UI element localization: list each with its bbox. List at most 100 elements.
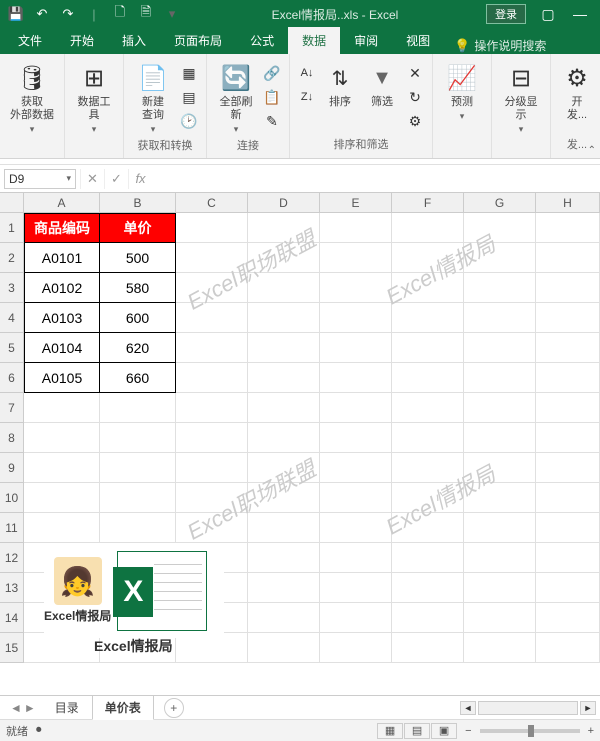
cell[interactable] [248,333,320,363]
cell[interactable] [464,573,536,603]
cell[interactable] [24,423,100,453]
cell[interactable] [392,453,464,483]
add-sheet-button[interactable]: + [164,698,184,718]
tab-review[interactable]: 审阅 [340,27,392,54]
cell[interactable] [536,393,600,423]
cell[interactable] [248,273,320,303]
from-table-icon[interactable]: ▤ [178,86,200,108]
cell[interactable] [464,363,536,393]
cell[interactable] [464,303,536,333]
chevron-down-icon[interactable]: ▾ [66,173,71,184]
normal-view-icon[interactable]: ▦ [377,723,403,739]
tab-layout[interactable]: 页面布局 [160,27,236,54]
cell[interactable] [248,513,320,543]
sheet-tab[interactable]: 单价表 [92,695,154,720]
row-header[interactable]: 3 [0,273,24,303]
properties-icon[interactable]: 📋 [261,86,283,108]
cell[interactable] [320,243,392,273]
sort-asc-icon[interactable]: A↓ [296,62,318,84]
cell[interactable] [464,273,536,303]
cell[interactable]: 580 [100,273,176,303]
tab-insert[interactable]: 插入 [108,27,160,54]
cell[interactable] [464,543,536,573]
cell[interactable] [100,483,176,513]
collapse-ribbon-icon[interactable]: ⌃ [588,145,596,156]
cell[interactable] [464,633,536,663]
cell[interactable] [536,243,600,273]
cell[interactable] [536,453,600,483]
cell[interactable] [536,603,600,633]
cell[interactable] [176,423,248,453]
forecast-button[interactable]: 📈 预测 ▾ [439,60,485,124]
cell[interactable] [392,243,464,273]
cell[interactable]: A0103 [24,303,100,333]
cell[interactable] [320,633,392,663]
undo-icon[interactable]: ↶ [30,4,54,24]
cell[interactable] [536,333,600,363]
qat-dropdown-icon[interactable]: ▾ [160,4,184,24]
tell-me-search[interactable]: 💡 操作说明搜索 [444,37,546,54]
cell[interactable] [24,483,100,513]
cell[interactable] [24,393,100,423]
cell[interactable] [464,603,536,633]
confirm-icon[interactable]: ✓ [104,169,128,189]
cell[interactable] [392,483,464,513]
recent-sources-icon[interactable]: 🕑 [178,110,200,132]
cell[interactable] [536,483,600,513]
tab-home[interactable]: 开始 [56,27,108,54]
cell[interactable] [392,573,464,603]
cell[interactable] [536,363,600,393]
embedded-picture[interactable]: 👧 Excel情报局 X Excel情报局 [44,543,224,638]
cell[interactable] [392,213,464,243]
cell[interactable] [392,333,464,363]
column-header[interactable]: C [176,193,248,213]
macro-record-icon[interactable]: ⏺ [36,724,42,737]
column-header[interactable]: G [464,193,536,213]
cell[interactable] [320,213,392,243]
cell[interactable] [176,273,248,303]
row-header[interactable]: 11 [0,513,24,543]
cell[interactable] [536,633,600,663]
cell[interactable] [176,483,248,513]
zoom-out-button[interactable]: − [465,725,471,737]
row-header[interactable]: 5 [0,333,24,363]
row-header[interactable]: 6 [0,363,24,393]
cell[interactable] [320,543,392,573]
cell[interactable]: A0101 [24,243,100,273]
cell[interactable] [464,513,536,543]
clear-filter-icon[interactable]: ✕ [404,62,426,84]
cell[interactable]: 660 [100,363,176,393]
sheet-nav-next-icon[interactable]: ► [24,701,36,715]
cell[interactable]: 620 [100,333,176,363]
cell[interactable] [536,303,600,333]
cell[interactable] [248,213,320,243]
new-sheet-icon[interactable]: 🗎 [134,4,158,24]
save-icon[interactable]: 💾 [4,4,28,24]
cell[interactable] [464,483,536,513]
cell[interactable] [392,543,464,573]
cell[interactable] [100,513,176,543]
scroll-right-icon[interactable]: ► [580,701,596,715]
print-preview-icon[interactable]: 🗋 [108,4,132,24]
cell[interactable] [320,513,392,543]
show-queries-icon[interactable]: ▦ [178,62,200,84]
horizontal-scrollbar[interactable]: ◄ ► [184,701,596,715]
cell[interactable] [392,273,464,303]
cell[interactable] [24,513,100,543]
scroll-track[interactable] [478,701,578,715]
cell[interactable] [536,543,600,573]
ribbon-options-icon[interactable]: ▢ [532,4,564,24]
cell[interactable] [248,633,320,663]
cell[interactable] [176,453,248,483]
tab-file[interactable]: 文件 [4,27,56,54]
cell[interactable] [176,213,248,243]
cell[interactable]: A0105 [24,363,100,393]
zoom-in-button[interactable]: + [588,725,594,737]
sort-desc-icon[interactable]: Z↓ [296,86,318,108]
outline-button[interactable]: ⊟ 分级显示 ▾ [498,60,544,137]
filter-button[interactable]: ▼ 筛选 [362,60,402,111]
row-header[interactable]: 4 [0,303,24,333]
cell[interactable] [536,573,600,603]
row-header[interactable]: 15 [0,633,24,663]
row-header[interactable]: 12 [0,543,24,573]
